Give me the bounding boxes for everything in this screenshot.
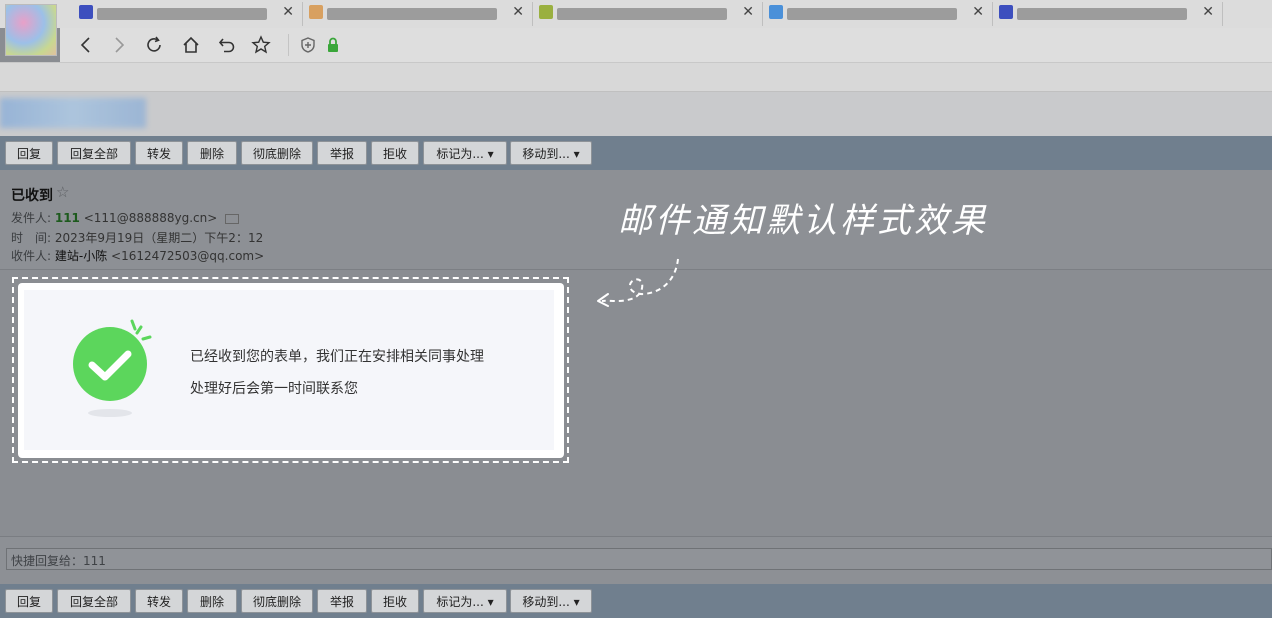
report-button[interactable]: 举报: [317, 589, 367, 613]
star-icon[interactable]: ☆: [56, 183, 69, 201]
sender-line: 发件人: 111 <111@888888yg.cn>: [11, 209, 240, 226]
time-label: 时 间:: [11, 231, 55, 245]
reply-all-button[interactable]: 回复全部: [57, 589, 131, 613]
tab-title-blurred: [327, 8, 497, 20]
tab-title-blurred: [557, 8, 727, 20]
recipient-label: 收件人:: [11, 249, 55, 263]
tab-title-blurred: [787, 8, 957, 20]
browser-tab-4[interactable]: ✕: [765, 2, 993, 26]
browser-app-logo[interactable]: [5, 4, 57, 56]
tab-close-icon[interactable]: ✕: [1202, 4, 1214, 20]
reject-button[interactable]: 拒收: [371, 141, 419, 165]
time-value: 2023年9月19日（星期二）下午2：12: [54, 231, 264, 245]
tab-close-icon[interactable]: ✕: [972, 4, 984, 20]
time-line: 时 间: 2023年9月19日（星期二）下午2：12: [11, 229, 263, 246]
forward-button[interactable]: 转发: [135, 589, 183, 613]
mark-as-dropdown[interactable]: 标记为... ▾: [423, 141, 507, 165]
sender-email: <111@888888yg.cn>: [79, 211, 218, 225]
shield-icon[interactable]: [297, 34, 319, 56]
forward-icon[interactable]: [108, 34, 130, 56]
address-bar-separator: [288, 34, 289, 56]
sender-label: 发件人:: [11, 211, 55, 225]
success-check-icon: [73, 319, 152, 417]
recipient-name[interactable]: 建站-小陈: [55, 249, 107, 263]
tab-title-blurred: [1017, 8, 1187, 20]
reply-all-button[interactable]: 回复全部: [57, 141, 131, 165]
delete-button[interactable]: 删除: [187, 141, 237, 165]
move-to-dropdown[interactable]: 移动到... ▾: [510, 589, 592, 613]
reload-icon[interactable]: [143, 34, 165, 56]
bookmarks-bar: [0, 62, 1272, 92]
mail-subject: 已收到: [11, 188, 53, 204]
tab-title-blurred: [97, 8, 267, 20]
delete-button[interactable]: 删除: [187, 589, 237, 613]
report-button[interactable]: 举报: [317, 141, 367, 165]
mark-as-dropdown[interactable]: 标记为... ▾: [423, 589, 507, 613]
reply-button[interactable]: 回复: [5, 589, 53, 613]
mail-toolbar-bottom: 回复 回复全部 转发 删除 彻底删除 举报 拒收 标记为... ▾ 移动到...…: [0, 584, 1272, 618]
contact-card-icon[interactable]: [225, 213, 240, 224]
notification-line-1: 已经收到您的表单，我们正在安排相关同事处理: [190, 349, 484, 365]
mail-header-area: [0, 92, 1272, 136]
forward-button[interactable]: 转发: [135, 141, 183, 165]
annotation-arrow-icon: [597, 258, 679, 307]
mail-toolbar-top: 回复 回复全部 转发 删除 彻底删除 举报 拒收 标记为... ▾ 移动到...…: [0, 136, 1272, 170]
quick-reply-input[interactable]: 快捷回复给：111: [6, 548, 1272, 570]
tab-favicon-icon: [539, 5, 553, 19]
back-icon[interactable]: [75, 34, 97, 56]
tab-close-icon[interactable]: ✕: [282, 4, 294, 20]
annotation-caption: 邮件通知默认样式效果: [618, 201, 988, 241]
tab-close-icon[interactable]: ✕: [742, 4, 754, 20]
browser-tab-1[interactable]: ✕: [75, 2, 303, 26]
mail-logo-blurred: [0, 98, 146, 128]
browser-nav-bar: [60, 28, 1272, 62]
move-to-dropdown[interactable]: 移动到... ▾: [510, 141, 592, 165]
reply-button[interactable]: 回复: [5, 141, 53, 165]
browser-tab-2[interactable]: ✕: [305, 2, 533, 26]
delete-forever-button[interactable]: 彻底删除: [241, 141, 313, 165]
reject-button[interactable]: 拒收: [371, 589, 419, 613]
tab-favicon-icon: [999, 5, 1013, 19]
lock-icon: [322, 34, 344, 56]
recipient-email: <1612472503@qq.com>: [107, 249, 265, 263]
tab-favicon-icon: [79, 5, 93, 19]
undo-icon[interactable]: [216, 34, 238, 56]
delete-forever-button[interactable]: 彻底删除: [241, 589, 313, 613]
home-icon[interactable]: [180, 34, 202, 56]
browser-tab-5[interactable]: ✕: [995, 2, 1223, 26]
bookmark-star-icon[interactable]: [250, 34, 272, 56]
recipient-line: 收件人: 建站-小陈 <1612472503@qq.com>: [11, 247, 264, 264]
sender-name[interactable]: 111: [55, 211, 80, 225]
tab-favicon-icon: [309, 5, 323, 19]
tab-close-icon[interactable]: ✕: [512, 4, 524, 20]
tab-favicon-icon: [769, 5, 783, 19]
browser-tab-3[interactable]: ✕: [535, 2, 763, 26]
notification-line-2: 处理好后会第一时间联系您: [190, 381, 358, 397]
